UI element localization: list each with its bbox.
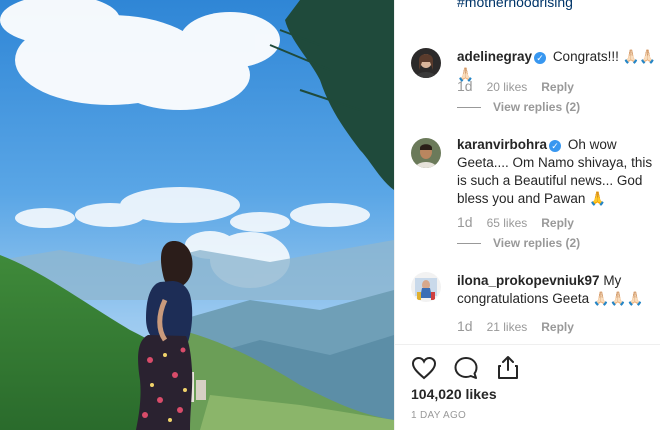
comment-likes[interactable]: 65 likes	[487, 216, 528, 230]
comment-age[interactable]: 1d	[457, 78, 473, 94]
post-photo[interactable]	[0, 0, 394, 430]
like-count[interactable]: 104,020 likes	[411, 386, 497, 402]
view-replies-button[interactable]: View replies (2)	[457, 236, 580, 250]
heart-icon[interactable]	[411, 356, 437, 385]
view-replies-label: View replies (2)	[493, 100, 581, 114]
comments-panel: #motherhoodrising adelinegray ✓ Congrats!…	[394, 0, 660, 430]
view-replies-label: View replies (2)	[493, 236, 581, 250]
comment-age[interactable]: 1d	[457, 214, 473, 230]
comment-username[interactable]: karanvirbohra	[457, 137, 547, 152]
avatar[interactable]	[411, 138, 441, 168]
comment-username[interactable]: adelinegray	[457, 49, 532, 64]
divider-dash	[457, 107, 481, 109]
verified-icon: ✓	[534, 52, 547, 64]
panel-divider	[395, 344, 660, 345]
post-actions-bar	[411, 354, 532, 382]
comment-likes[interactable]: 20 likes	[487, 80, 528, 94]
comment-icon[interactable]	[453, 356, 479, 385]
comment-meta: 1d 65 likes Reply	[457, 214, 574, 230]
hashtag-link[interactable]: #motherhoodrising	[457, 0, 573, 10]
comment-text-block: karanvirbohra ✓ Oh wow Geeta.... Om Namo …	[457, 136, 657, 208]
divider-dash	[457, 243, 481, 245]
verified-icon: ✓	[549, 140, 562, 152]
share-icon[interactable]	[496, 354, 520, 385]
comment-meta: 1d 20 likes Reply	[457, 78, 574, 94]
mountain-landscape-image	[0, 0, 394, 430]
reply-button[interactable]: Reply	[541, 320, 574, 334]
comment-text-block: ilona_prokopevniuk97 My congratulations …	[457, 272, 657, 308]
comment-likes[interactable]: 21 likes	[487, 320, 528, 334]
reply-button[interactable]: Reply	[541, 216, 574, 230]
comment-meta: 1d 21 likes Reply	[457, 318, 574, 334]
post-timestamp[interactable]: 1 DAY AGO	[411, 410, 466, 421]
view-replies-button[interactable]: View replies (2)	[457, 100, 580, 114]
reply-button[interactable]: Reply	[541, 80, 574, 94]
comment-username[interactable]: ilona_prokopevniuk97	[457, 273, 600, 288]
avatar[interactable]	[411, 272, 441, 302]
comment-age[interactable]: 1d	[457, 318, 473, 334]
avatar[interactable]	[411, 48, 441, 78]
